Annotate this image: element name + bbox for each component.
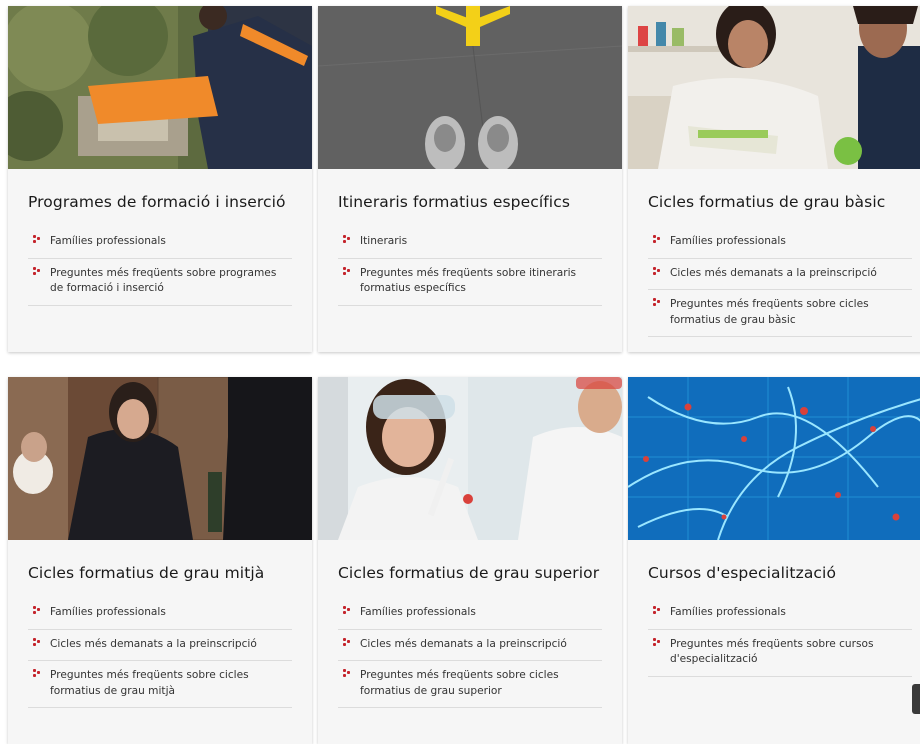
card-links: Famílies professionals Cicles més demana… xyxy=(628,213,920,355)
bullet-dots-icon xyxy=(653,266,661,277)
bullet-dots-icon xyxy=(343,637,351,648)
card-links: Itineraris Preguntes més freqüents sobre… xyxy=(318,213,622,324)
list-item-faq[interactable]: Preguntes més freqüents sobre cicles for… xyxy=(648,290,912,337)
link-label[interactable]: Preguntes més freqüents sobre itineraris… xyxy=(360,267,576,295)
link-label[interactable]: Famílies professionals xyxy=(50,606,166,618)
list-item-faq[interactable]: Preguntes més freqüents sobre itineraris… xyxy=(338,259,602,306)
card-links: Famílies professionals Preguntes més fre… xyxy=(628,584,920,695)
list-item-faq[interactable]: Preguntes més freqüents sobre programes … xyxy=(28,259,292,306)
link-label[interactable]: Famílies professionals xyxy=(50,235,166,247)
link-label[interactable]: Cicles més demanats a la preinscripció xyxy=(50,638,257,650)
link-label[interactable]: Famílies professionals xyxy=(670,235,786,247)
list-item-families-professionals[interactable]: Famílies professionals xyxy=(648,227,912,259)
card-grau-superior: Cicles formatius de grau superior Famíli… xyxy=(318,377,622,744)
card-title: Itineraris formatius específics xyxy=(338,193,570,211)
list-item-families-professionals[interactable]: Famílies professionals xyxy=(338,598,602,630)
list-item-cicles-demanats[interactable]: Cicles més demanats a la preinscripció xyxy=(648,259,912,290)
card-image-pharmacy[interactable] xyxy=(628,6,920,169)
bullet-dots-icon xyxy=(33,669,41,679)
card-programes-formacio-insercio: Programes de formació i inserció Famílie… xyxy=(8,6,312,352)
card-image-network-graphic[interactable] xyxy=(628,377,920,540)
link-label[interactable]: Preguntes més freqüents sobre cicles for… xyxy=(50,669,249,697)
card-links: Famílies professionals Cicles més demana… xyxy=(318,584,622,726)
link-label[interactable]: Preguntes més freqüents sobre cicles for… xyxy=(360,669,559,697)
card-image-restaurant-service[interactable] xyxy=(8,377,312,540)
list-item-faq[interactable]: Preguntes més freqüents sobre cursos d'e… xyxy=(648,630,912,677)
card-title: Programes de formació i inserció xyxy=(28,193,286,211)
bullet-dots-icon xyxy=(343,669,351,679)
link-label[interactable]: Preguntes més freqüents sobre cicles for… xyxy=(670,298,869,326)
list-item-faq[interactable]: Preguntes més freqüents sobre cicles for… xyxy=(338,661,602,708)
bullet-dots-icon xyxy=(33,637,41,648)
card-itineraris-formatius: Itineraris formatius específics Itinerar… xyxy=(318,6,622,352)
card-title: Cursos d'especialització xyxy=(648,564,837,582)
card-image-laboratory[interactable] xyxy=(318,377,622,540)
bullet-dots-icon xyxy=(343,266,351,277)
link-label[interactable]: Famílies professionals xyxy=(670,606,786,618)
card-title: Cicles formatius de grau mitjà xyxy=(28,564,265,582)
card-cursos-especialitzacio: Cursos d'especialització Famílies profes… xyxy=(628,377,920,744)
card-grau-basic: Cicles formatius de grau bàsic Famílies … xyxy=(628,6,920,352)
list-item-families-professionals[interactable]: Famílies professionals xyxy=(648,598,912,630)
card-title: Cicles formatius de grau bàsic xyxy=(648,193,886,211)
card-grau-mitja: Cicles formatius de grau mitjà Famílies … xyxy=(8,377,312,744)
scroll-to-top-button[interactable] xyxy=(912,684,920,714)
card-title: Cicles formatius de grau superior xyxy=(338,564,600,582)
card-image-shoes-floor[interactable] xyxy=(318,6,622,169)
link-label[interactable]: Famílies professionals xyxy=(360,606,476,618)
bullet-dots-icon xyxy=(343,606,351,616)
link-label[interactable]: Cicles més demanats a la preinscripció xyxy=(670,267,877,279)
list-item-cicles-demanats[interactable]: Cicles més demanats a la preinscripció xyxy=(338,630,602,661)
card-links: Famílies professionals Cicles més demana… xyxy=(8,584,312,726)
card-image-forestry-worker[interactable] xyxy=(8,6,312,169)
list-item-faq[interactable]: Preguntes més freqüents sobre cicles for… xyxy=(28,661,292,708)
bullet-dots-icon xyxy=(33,606,41,616)
link-label[interactable]: Preguntes més freqüents sobre cursos d'e… xyxy=(670,638,874,666)
list-item-families-professionals[interactable]: Famílies professionals xyxy=(28,227,292,259)
bullet-dots-icon xyxy=(33,235,41,245)
bullet-dots-icon xyxy=(653,235,661,245)
link-label[interactable]: Preguntes més freqüents sobre programes … xyxy=(50,267,276,295)
list-item-families-professionals[interactable]: Famílies professionals xyxy=(28,598,292,630)
list-item-itineraris[interactable]: Itineraris xyxy=(338,227,602,259)
link-label[interactable]: Cicles més demanats a la preinscripció xyxy=(360,638,567,650)
bullet-dots-icon xyxy=(33,266,41,277)
bullet-dots-icon xyxy=(653,637,661,648)
list-item-cicles-demanats[interactable]: Cicles més demanats a la preinscripció xyxy=(28,630,292,661)
bullet-dots-icon xyxy=(653,298,661,308)
bullet-dots-icon xyxy=(653,606,661,616)
card-links: Famílies professionals Preguntes més fre… xyxy=(8,213,312,324)
bullet-dots-icon xyxy=(343,235,351,245)
link-label[interactable]: Itineraris xyxy=(360,235,407,247)
